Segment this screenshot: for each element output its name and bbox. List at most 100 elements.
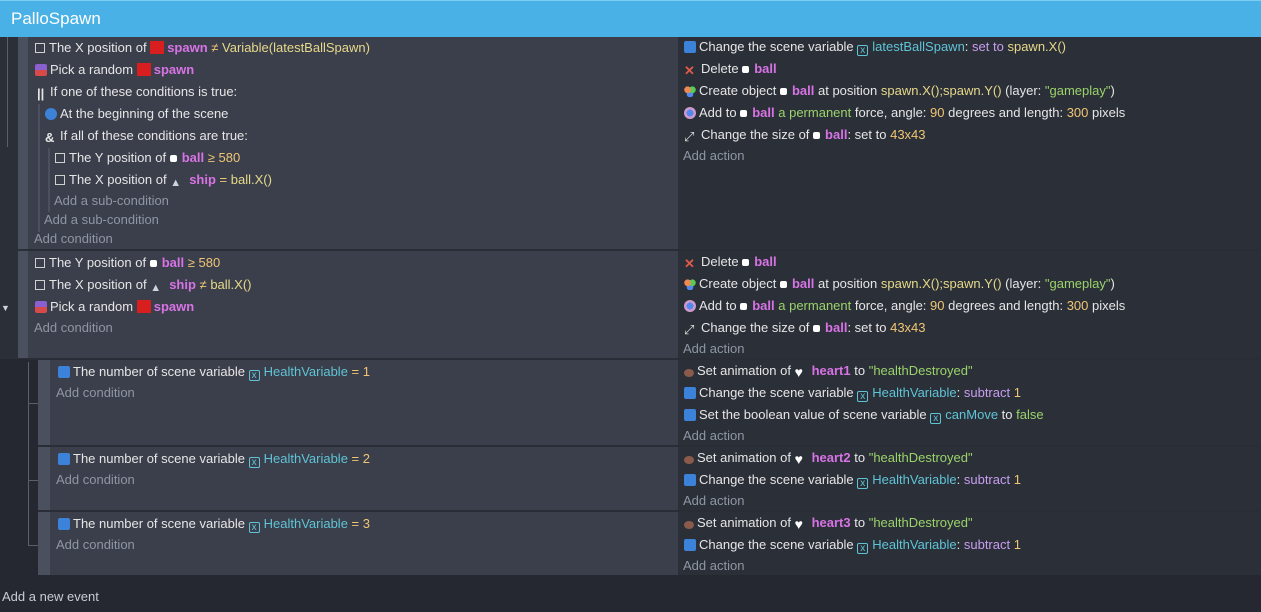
condition-row[interactable]: The number of scene variable x HealthVari… [58, 513, 370, 535]
action-row[interactable]: Create object ball at position spawn.X()… [684, 80, 1115, 102]
ball-icon [742, 66, 750, 73]
animation-icon [684, 369, 694, 377]
condition-row[interactable]: The number of scene variable x HealthVari… [58, 361, 370, 383]
object-name: ship [189, 172, 216, 187]
condition-row[interactable]: At the beginning of the scene [45, 103, 228, 125]
delete-icon: ✕ [684, 256, 695, 271]
checkbox-icon[interactable] [35, 43, 45, 53]
action-row[interactable]: ⤢ Change the size of ball: set to 43x43 [684, 317, 926, 339]
add-action-link[interactable]: Add action [683, 425, 744, 447]
action-text: Delete [701, 254, 739, 269]
event-handle[interactable] [18, 37, 28, 249]
and-block-row[interactable]: & If all of these conditions are true: [45, 125, 248, 147]
ship-icon: ▲ [170, 177, 182, 189]
action-text: : [956, 385, 961, 400]
create-object-icon [684, 278, 696, 290]
condition-row[interactable]: The X position of ▲ ship ≠ ball.X() [35, 274, 252, 296]
add-action-link[interactable]: Add action [683, 555, 744, 577]
condition-row[interactable]: The X position of ▲ ship = ball.X() [55, 169, 272, 191]
action-text: Change the scene variable [699, 385, 854, 400]
event-handle[interactable] [38, 447, 50, 510]
spawn-icon [136, 63, 151, 76]
condition-row[interactable]: The Y position of ball ≥ 580 [55, 147, 240, 169]
event-handle[interactable] [38, 360, 50, 445]
add-condition-link[interactable]: Add condition [56, 469, 135, 491]
variable-icon [58, 518, 70, 530]
action-row[interactable]: Set animation of ♥ heart3 to "healthDestr… [684, 512, 973, 534]
add-action-link[interactable]: Add action [683, 145, 744, 167]
event-handle[interactable] [18, 251, 28, 358]
add-condition-link[interactable]: Add condition [34, 317, 113, 339]
condition-row[interactable]: Pick a random spawn [35, 296, 194, 318]
object-name: ball [754, 61, 777, 76]
operator: ≠ [211, 40, 219, 55]
add-action-link[interactable]: Add action [683, 490, 744, 512]
object-name: ball [825, 320, 848, 335]
operator: set to [972, 39, 1004, 54]
condition-text: The Y position of [69, 150, 167, 165]
object-name: ball [752, 298, 775, 313]
condition-row[interactable]: Pick a random spawn [35, 59, 194, 81]
action-text: to [854, 515, 866, 530]
action-text: pixels [1092, 298, 1126, 313]
object-name: ball [825, 127, 848, 142]
value: 2 [362, 451, 370, 466]
action-row[interactable]: Change the scene variable x HealthVariabl… [684, 534, 1021, 556]
tree-line [28, 362, 29, 545]
or-block-row[interactable]: || If one of these conditions is true: [37, 81, 237, 103]
ball-icon [740, 110, 748, 117]
object-name: ball [181, 150, 205, 165]
action-row[interactable]: ⤢ Change the size of ball: set to 43x43 [684, 124, 926, 146]
condition-row[interactable]: The Y position of ball ≥ 580 [35, 252, 220, 274]
action-row[interactable]: ✕ Delete ball [684, 251, 777, 273]
pick-random-icon [35, 64, 47, 76]
add-condition-link[interactable]: Add condition [56, 534, 135, 556]
condition-text: Pick a random [50, 62, 134, 77]
action-row[interactable]: Change the scene variable x HealthVariabl… [684, 382, 1021, 404]
variable-icon [684, 41, 696, 53]
checkbox-icon[interactable] [55, 175, 65, 185]
collapse-arrow-icon[interactable]: ▼ [1, 303, 10, 313]
scene-variable-icon: x [857, 478, 869, 489]
action-row[interactable]: ✕ Delete ball [684, 58, 777, 80]
condition-text: Pick a random [50, 299, 134, 314]
action-row[interactable]: Set animation of ♥ heart2 to "healthDestr… [684, 447, 973, 469]
or-icon: || [37, 86, 45, 101]
value: "healthDestroyed" [868, 450, 973, 465]
checkbox-icon[interactable] [35, 258, 45, 268]
value: 1 [1013, 537, 1021, 552]
action-row[interactable]: Change the scene variable x latestBallSpa… [684, 36, 1066, 58]
action-row[interactable]: Set animation of ♥ heart1 to "healthDestr… [684, 360, 973, 382]
checkbox-icon[interactable] [35, 280, 45, 290]
action-row[interactable]: Create object ball at position spawn.X()… [684, 273, 1115, 295]
action-row[interactable]: Add to ball a permanent force, angle: 90… [684, 102, 1125, 124]
action-row[interactable]: Set the boolean value of scene variable … [684, 404, 1044, 426]
add-new-event-link[interactable]: Add a new event [2, 586, 99, 608]
scene-variable-icon: x [930, 413, 942, 424]
add-condition-link[interactable]: Add condition [34, 228, 113, 250]
object-name: spawn [167, 40, 208, 55]
layer-name: "gameplay" [1044, 83, 1111, 98]
condition-text: The Y position of [49, 255, 147, 270]
operator: = [351, 516, 360, 531]
operator: ≥ [187, 255, 195, 270]
add-action-link[interactable]: Add action [683, 338, 744, 360]
force-icon [684, 300, 696, 312]
operator: = [219, 172, 228, 187]
scene-start-icon [45, 108, 57, 120]
condition-row[interactable]: The X position of spawn ≠ Variable(lates… [35, 37, 370, 59]
event-handle[interactable] [38, 512, 50, 575]
action-row[interactable]: Add to ball a permanent force, angle: 90… [684, 295, 1125, 317]
variable-icon [58, 366, 70, 378]
variable-icon [684, 474, 696, 486]
action-row[interactable]: Change the scene variable x HealthVariabl… [684, 469, 1021, 491]
variable-name: HealthVariable [263, 364, 348, 379]
checkbox-icon[interactable] [55, 153, 65, 163]
ball-icon [149, 260, 157, 267]
add-condition-link[interactable]: Add condition [56, 382, 135, 404]
condition-row[interactable]: The number of scene variable x HealthVari… [58, 448, 370, 470]
tree-line [7, 37, 8, 147]
object-name: ball [161, 255, 185, 270]
object-name: ball [791, 276, 815, 291]
value: 1 [1013, 472, 1021, 487]
